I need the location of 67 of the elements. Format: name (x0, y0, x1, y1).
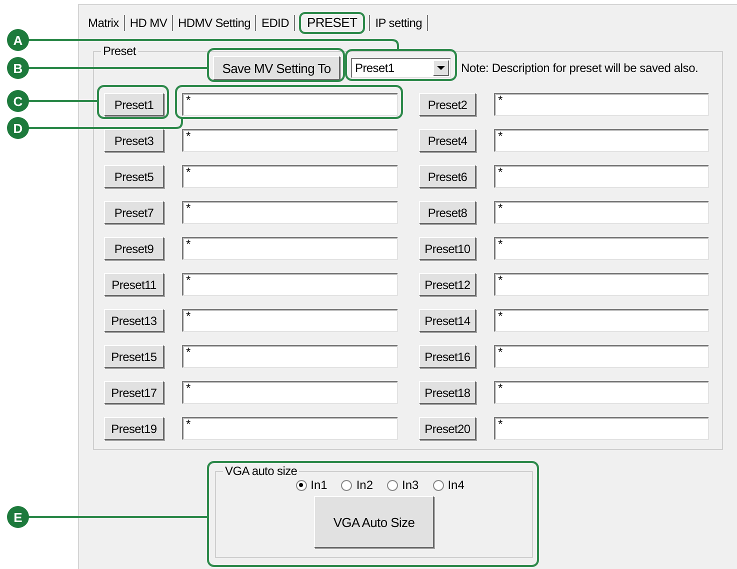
group-title: Preset (102, 44, 138, 58)
preset-button[interactable]: Preset1 (104, 93, 164, 116)
tab[interactable]: EDID (258, 13, 292, 33)
preset-description-field[interactable]: * (494, 201, 709, 224)
callout-badge: E (7, 506, 29, 528)
callout-badge: A (7, 29, 29, 51)
preset-button[interactable]: Preset17 (104, 381, 164, 404)
radio-button[interactable] (387, 480, 398, 490)
preset-description-field[interactable]: * (182, 309, 398, 332)
preset-button[interactable]: Preset15 (104, 345, 164, 368)
preset-description-field[interactable]: * (494, 345, 709, 368)
preset-button[interactable]: Preset3 (104, 129, 164, 152)
preset-button[interactable]: Preset2 (419, 93, 476, 116)
preset-button[interactable]: Preset6 (419, 165, 476, 188)
preset-button[interactable]: Preset12 (419, 273, 476, 296)
preset-button[interactable]: Preset18 (419, 381, 476, 404)
preset-description-field[interactable]: * (182, 201, 398, 224)
preset-button[interactable]: Preset8 (419, 201, 476, 224)
radio-label: In3 (402, 478, 419, 492)
preset-button[interactable]: Preset9 (104, 237, 164, 260)
preset-description-field[interactable]: * (182, 165, 398, 188)
preset-description-field[interactable]: * (494, 93, 709, 116)
preset-button[interactable]: Preset16 (419, 345, 476, 368)
tab[interactable]: PRESET (298, 12, 366, 34)
preset-description-field[interactable]: * (494, 165, 709, 188)
preset-description-field[interactable]: * (494, 309, 709, 332)
callout-badge: C (7, 90, 29, 112)
group-title: VGA auto size (224, 464, 298, 478)
preset-description-field[interactable]: * (494, 417, 709, 440)
preset-description-field[interactable]: * (182, 273, 398, 296)
radio-button[interactable] (296, 480, 307, 490)
preset-dropdown[interactable]: Preset1 (351, 58, 451, 78)
tab[interactable]: Matrix (85, 13, 122, 33)
preset-description-field[interactable]: * (494, 237, 709, 260)
preset-button[interactable]: Preset20 (419, 417, 476, 440)
radio-button[interactable] (341, 480, 352, 490)
tab[interactable]: IP setting (372, 13, 425, 33)
preset-button[interactable]: Preset7 (104, 201, 164, 224)
radio-label: In4 (448, 478, 464, 492)
preset-button[interactable]: Preset14 (419, 309, 476, 332)
preset-description-field[interactable]: * (494, 129, 709, 152)
preset-button[interactable]: Preset13 (104, 309, 164, 332)
preset-button[interactable]: Preset10 (419, 237, 476, 260)
radio-label: In1 (310, 478, 328, 492)
tab[interactable]: HD MV (126, 13, 170, 33)
radio-label: In2 (356, 478, 373, 492)
callout-badge: B (7, 57, 29, 79)
preset-button[interactable]: Preset4 (419, 129, 476, 152)
preset-description-field[interactable]: * (182, 417, 398, 440)
preset-button[interactable]: Preset11 (104, 273, 164, 296)
preset-description-field[interactable]: * (182, 129, 398, 152)
preset-description-field[interactable]: * (494, 381, 709, 404)
preset-description-field[interactable]: * (494, 273, 709, 296)
preset-description-field[interactable]: * (182, 237, 398, 260)
leader-line (28, 100, 98, 102)
save-button[interactable]: Save MV Setting To (213, 56, 340, 80)
preset-description-field[interactable]: * (182, 345, 398, 368)
preset-button[interactable]: Preset19 (104, 417, 164, 440)
radio-button[interactable] (432, 480, 444, 490)
preset-description-field[interactable]: * (182, 381, 398, 404)
preset-button[interactable]: Preset5 (104, 165, 164, 188)
highlight-frame (97, 85, 169, 119)
tab[interactable]: HDMV Setting (175, 13, 254, 33)
note-text: Note: Description for preset will be saved also. (461, 61, 698, 75)
vga-auto-size-button[interactable]: VGA Auto Size (314, 496, 434, 548)
preset-description-field[interactable]: * (182, 93, 398, 116)
callout-badge: D (7, 117, 29, 139)
